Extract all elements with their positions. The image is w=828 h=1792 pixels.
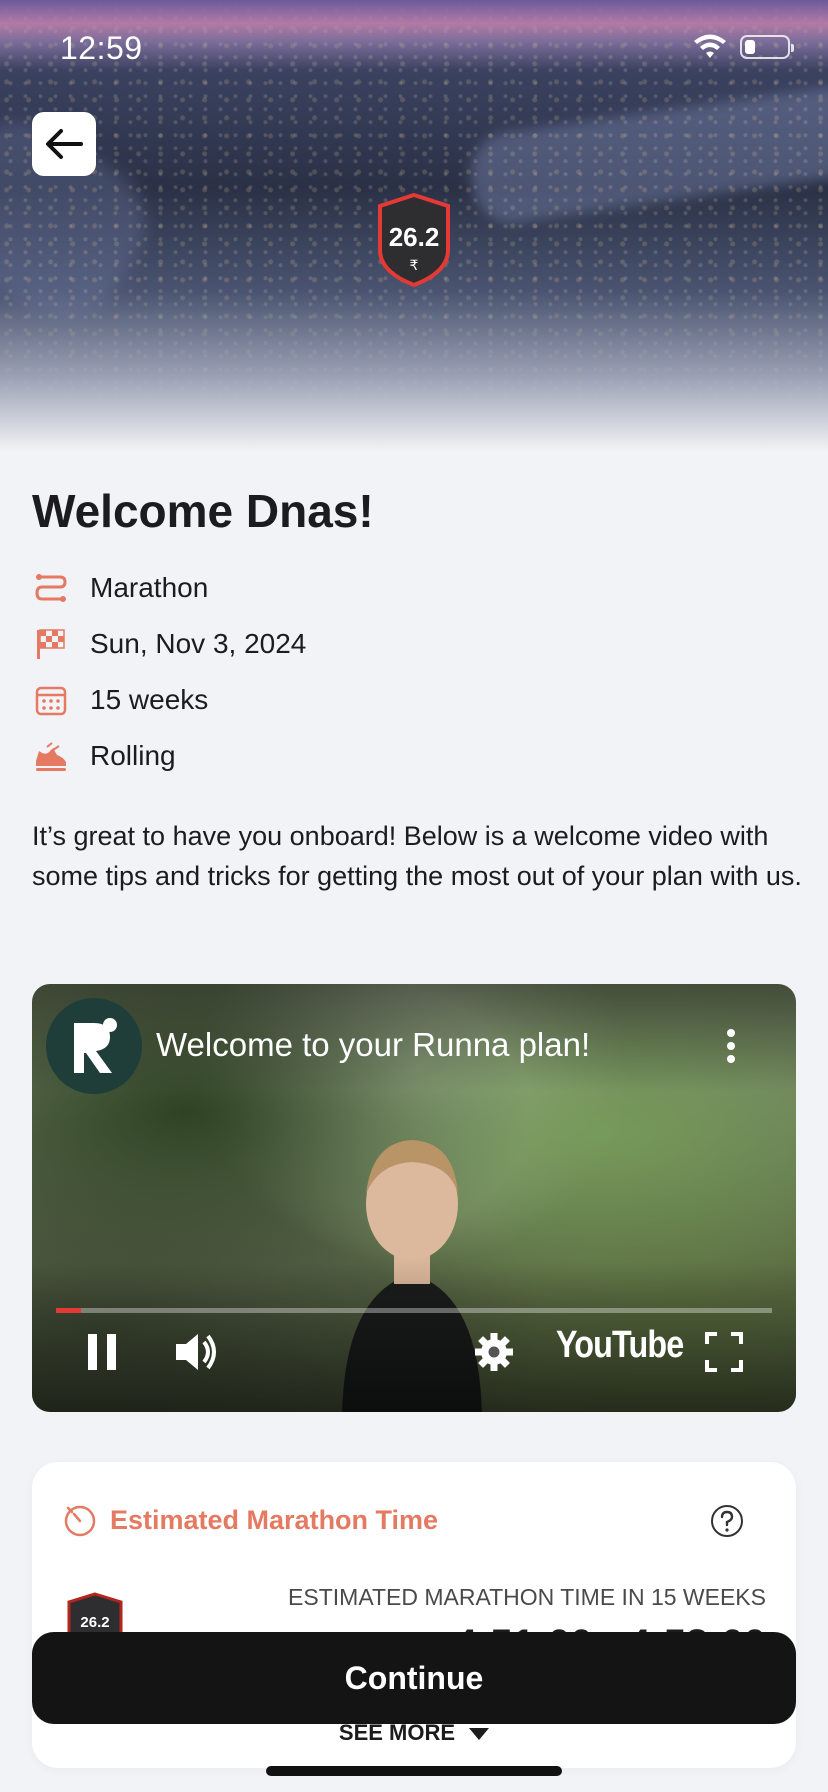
home-indicator bbox=[266, 1766, 562, 1776]
video-title[interactable]: Welcome to your Runna plan! bbox=[156, 1026, 590, 1064]
wifi-icon bbox=[694, 34, 726, 58]
page-title: Welcome Dnas! bbox=[32, 485, 374, 537]
svg-text:₹: ₹ bbox=[410, 258, 419, 274]
volume-icon[interactable] bbox=[174, 1330, 220, 1374]
status-icons bbox=[692, 34, 794, 60]
video-progress-bar[interactable] bbox=[56, 1308, 772, 1313]
plan-info-label: 15 weeks bbox=[90, 684, 209, 715]
youtube-wordmark[interactable]: YouTube bbox=[556, 1324, 684, 1367]
calendar-icon bbox=[32, 681, 70, 719]
estimate-card-header: Estimated Marathon Time bbox=[62, 1502, 438, 1538]
plan-info-date: Sun, Nov 3, 2024 bbox=[32, 616, 306, 672]
runna-logo-icon bbox=[74, 1018, 117, 1073]
continue-button[interactable]: Continue bbox=[32, 1632, 796, 1724]
plan-info-distance: Marathon bbox=[32, 560, 306, 616]
video-progress-played bbox=[56, 1308, 82, 1313]
route-icon bbox=[32, 569, 70, 607]
status-time: 12:59 bbox=[60, 30, 143, 66]
plan-info-list: Marathon Sun, Nov 3, 2024 15 weeks Rolli… bbox=[32, 560, 306, 784]
estimate-card-title: Estimated Marathon Time bbox=[110, 1504, 439, 1535]
plan-info-label: Rolling bbox=[90, 740, 176, 771]
plan-info-duration: 15 weeks bbox=[32, 672, 306, 728]
running-shoe-icon bbox=[32, 737, 70, 775]
battery-icon bbox=[740, 35, 794, 59]
card-badge-distance: 26.2 bbox=[80, 1614, 110, 1631]
estimate-label: ESTIMATED MARATHON TIME IN 15 WEEKS bbox=[288, 1584, 766, 1610]
video-player[interactable]: Welcome to your Runna plan! YouTube bbox=[32, 984, 796, 1412]
caret-down-icon bbox=[469, 1728, 490, 1741]
back-button[interactable] bbox=[32, 112, 96, 176]
intro-text: It’s great to have you onboard! Below is… bbox=[32, 821, 802, 891]
plan-info-label: Marathon bbox=[90, 572, 209, 603]
plan-info-label: Sun, Nov 3, 2024 bbox=[90, 628, 307, 659]
more-vertical-icon[interactable] bbox=[726, 1028, 736, 1064]
plan-info-start: Rolling bbox=[32, 728, 306, 784]
help-icon[interactable] bbox=[710, 1504, 744, 1538]
stopwatch-icon bbox=[64, 1505, 96, 1537]
arrow-left-icon bbox=[46, 129, 83, 159]
pause-icon[interactable] bbox=[88, 1330, 118, 1374]
fullscreen-icon[interactable] bbox=[704, 1330, 744, 1374]
runna-channel-logo[interactable] bbox=[46, 998, 142, 1094]
badge-distance: 26.2 bbox=[388, 222, 440, 252]
finish-flag-icon bbox=[32, 625, 70, 663]
settings-gear-icon[interactable] bbox=[474, 1330, 514, 1374]
